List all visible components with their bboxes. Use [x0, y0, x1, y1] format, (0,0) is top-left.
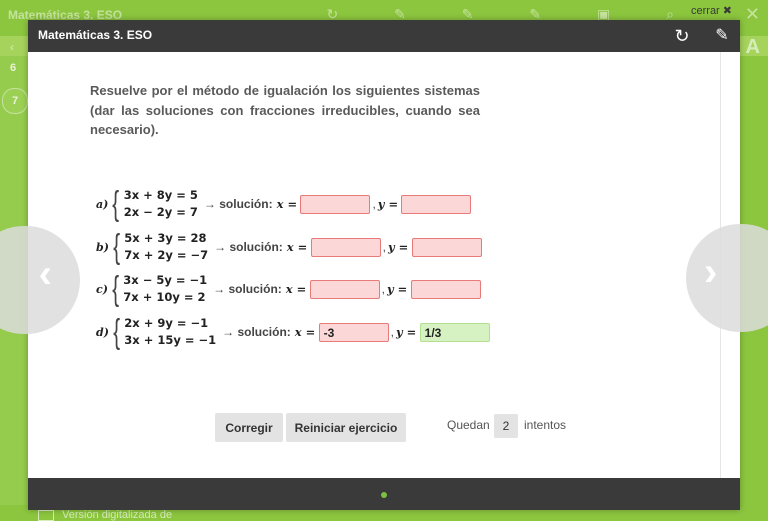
answer-x-field[interactable]	[300, 194, 371, 214]
equations: 2x + 9y = −1 3x + 15y = −1	[124, 315, 216, 349]
brace-icon: {	[112, 270, 119, 308]
solution-label: → solución:	[214, 240, 283, 254]
remaining-prefix: Quedan	[447, 418, 490, 432]
page-indicator-dot[interactable]	[381, 492, 387, 498]
system-b: b) { 5x + 3y = 28 7x + 2y = −7 → solució…	[96, 227, 482, 267]
answer-x-field[interactable]: -3	[318, 322, 389, 342]
page-number-6[interactable]: 6	[10, 62, 16, 74]
comma-separator: ,	[381, 282, 385, 296]
x-label: x =	[286, 240, 308, 254]
y-label: y =	[377, 197, 399, 211]
equation-2: 2x − 2y = 7	[123, 205, 198, 219]
system-a: a) { 3x + 8y = 5 2x − 2y = 7 → solución:…	[96, 184, 472, 224]
system-letter: a)	[96, 197, 109, 211]
solution-label: → solución:	[213, 282, 282, 296]
answer-y-field[interactable]	[410, 279, 481, 299]
equations: 3x − 5y = −1 7x + 10y = 2	[123, 272, 207, 306]
exercise-modal: Matemáticas 3. ESO ↻ ✎ Resuelve por el m…	[28, 20, 740, 510]
book-icon	[38, 509, 54, 521]
x-label: x =	[276, 197, 298, 211]
brace-icon: {	[113, 313, 120, 351]
y-label: y =	[395, 325, 417, 339]
close-link[interactable]: cerrar ✖	[691, 4, 732, 17]
chevron-right-icon: ›	[704, 250, 718, 294]
y-label: y =	[386, 282, 408, 296]
exercise-instruction: Resuelve por el método de igualación los…	[90, 83, 480, 137]
answer-x-field[interactable]	[310, 237, 381, 257]
system-letter: d)	[96, 325, 109, 339]
equation-2: 7x + 2y = −7	[124, 248, 209, 262]
y-label: y =	[387, 240, 409, 254]
pencil-icon[interactable]: ✎	[712, 26, 732, 46]
comma-separator: ,	[382, 240, 386, 254]
digital-version-link[interactable]: Versión digitalizada de	[38, 509, 172, 521]
modal-title: Matemáticas 3. ESO	[38, 28, 153, 42]
remaining-count: 2	[494, 414, 518, 438]
answer-x-field[interactable]	[309, 279, 380, 299]
comma-separator: ,	[372, 197, 376, 211]
system-d: d) { 2x + 9y = −1 3x + 15y = −1 → soluci…	[96, 312, 490, 352]
equation-2: 7x + 10y = 2	[123, 290, 206, 304]
comma-separator: ,	[390, 325, 394, 339]
system-letter: c)	[96, 282, 108, 296]
reload-icon[interactable]: ↻	[672, 26, 692, 46]
solution-label: → solución:	[222, 325, 291, 339]
brace-icon: {	[113, 228, 120, 266]
font-size-icon[interactable]: A	[746, 36, 760, 59]
equation-1: 3x − 5y = −1	[123, 273, 208, 287]
digital-version-label: Versión digitalizada de	[62, 509, 173, 521]
equation-1: 3x + 8y = 5	[123, 188, 198, 202]
reset-exercise-button[interactable]: Reiniciar ejercicio	[286, 413, 406, 442]
answer-y-field[interactable]	[411, 237, 482, 257]
chevron-left-icon[interactable]: ‹	[10, 40, 14, 54]
chevron-left-icon: ‹	[38, 252, 52, 296]
equation-2: 3x + 15y = −1	[124, 333, 217, 347]
equations: 3x + 8y = 5 2x − 2y = 7	[124, 187, 198, 221]
exercise-content: Resuelve por el método de igualación los…	[44, 52, 721, 480]
answer-y-field[interactable]: 1/3	[419, 322, 490, 342]
equation-1: 5x + 3y = 28	[124, 231, 207, 245]
x-label: x =	[294, 325, 316, 339]
modal-header: Matemáticas 3. ESO ↻ ✎	[28, 20, 740, 52]
equations: 5x + 3y = 28 7x + 2y = −7	[124, 230, 208, 264]
page-number-7[interactable]: 7	[2, 88, 28, 114]
equation-1: 2x + 9y = −1	[124, 316, 209, 330]
solution-label: → solución:	[203, 197, 273, 211]
check-button[interactable]: Corregir	[215, 413, 283, 442]
remaining-suffix: intentos	[524, 418, 567, 432]
brace-icon: {	[112, 185, 120, 223]
answer-y-field[interactable]	[401, 194, 472, 214]
x-label: x =	[285, 282, 307, 296]
system-letter: b)	[96, 240, 109, 254]
modal-footer	[28, 478, 740, 510]
close-icon[interactable]: ✕	[745, 4, 760, 25]
system-c: c) { 3x − 5y = −1 7x + 10y = 2 → solució…	[96, 269, 481, 309]
